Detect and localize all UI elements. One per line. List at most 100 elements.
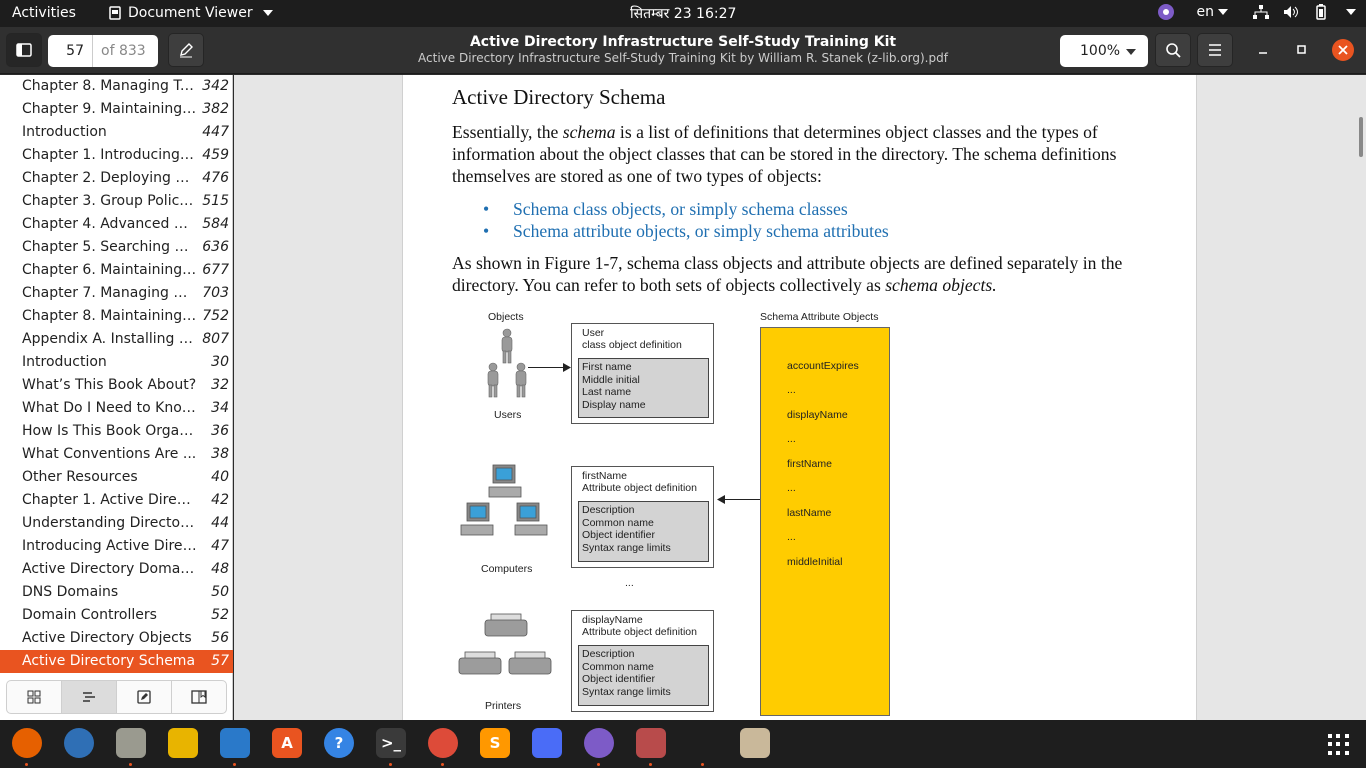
software-icon[interactable]: A (272, 728, 302, 758)
search-icon (1166, 43, 1181, 58)
schema-figure: Objects Schema Attribute Objects Users C… (453, 305, 893, 720)
outline-item-page: 342 (202, 78, 229, 94)
terminal-icon[interactable]: >_ (376, 728, 406, 758)
outline-item[interactable]: Chapter 9. Maintaining ... 382 (0, 98, 233, 121)
pencil-icon (180, 43, 193, 58)
system-menu-chevron-icon[interactable] (1346, 9, 1356, 15)
outline-item[interactable]: Active Directory Domains 48 (0, 558, 233, 581)
show-applications-icon[interactable] (1328, 734, 1350, 756)
bullet-item[interactable]: Schema attribute objects, or simply sche… (483, 220, 889, 242)
language-indicator[interactable]: en (1197, 4, 1228, 20)
outline-item[interactable]: Chapter 5. Searching an... 636 (0, 236, 233, 259)
outline-item[interactable]: DNS Domains 50 (0, 581, 233, 604)
rhythmbox-icon[interactable] (168, 728, 198, 758)
close-button[interactable] (1332, 39, 1354, 61)
page-number-field[interactable]: 57 of 833 (48, 35, 158, 67)
thumbnails-tab[interactable] (7, 681, 62, 713)
trash-icon[interactable] (688, 728, 718, 758)
outline-item[interactable]: Introduction 30 (0, 351, 233, 374)
outline-item[interactable]: Appendix A. Installing G... 807 (0, 328, 233, 351)
outline-item[interactable]: What’s This Book About? 32 (0, 374, 233, 397)
outline-item[interactable]: Chapter 6. Maintaining t... 677 (0, 259, 233, 282)
field-item: Description (582, 504, 635, 516)
outline-item[interactable]: Understanding Director... 44 (0, 512, 233, 535)
volume-icon[interactable] (1282, 4, 1300, 20)
minimize-icon[interactable] (1257, 44, 1269, 56)
bullet-list: Schema class objects, or simply schema c… (483, 198, 889, 242)
archive-icon[interactable] (740, 728, 770, 758)
outline-item-label: Introducing Active Direc... (22, 538, 197, 554)
writer-icon[interactable] (220, 728, 250, 758)
objects-header: Objects (488, 311, 524, 323)
network-icon[interactable] (1252, 4, 1270, 20)
arrow-head-icon (563, 363, 571, 372)
outline-item-label: How Is This Book Organi... (22, 423, 197, 439)
box2-subtitle: Attribute object definition (582, 482, 697, 494)
annotation-icon (137, 690, 151, 704)
activities-button[interactable]: Activities (12, 5, 76, 21)
outline-list[interactable]: Chapter 8. Managing Tr... 342 Chapter 9. M… (0, 75, 233, 675)
clock[interactable]: सितम्बर 23 16:27 (630, 4, 736, 23)
bullet-item[interactable]: Schema class objects, or simply schema c… (483, 198, 889, 220)
outline-item[interactable]: Chapter 1. Active Direct... 42 (0, 489, 233, 512)
battery-icon[interactable] (1312, 4, 1330, 20)
outline-item-page: 48 (211, 561, 229, 577)
current-page-input[interactable]: 57 (48, 35, 93, 67)
search-button[interactable] (1155, 33, 1191, 67)
document-viewer-icon[interactable] (636, 728, 666, 758)
outline-item[interactable]: Other Resources 40 (0, 466, 233, 489)
outline-item-label: Understanding Director... (22, 515, 197, 531)
app-menu[interactable]: Document Viewer (108, 5, 273, 21)
outline-item-label: Chapter 9. Maintaining ... (22, 101, 197, 117)
bookmarks-tab[interactable] (172, 681, 226, 713)
outline-item-label: Chapter 6. Maintaining t... (22, 262, 197, 278)
outline-item[interactable]: Chapter 7. Managing Gr... 703 (0, 282, 233, 305)
outline-item[interactable]: Introducing Active Direc... 47 (0, 535, 233, 558)
annotate-button[interactable] (168, 33, 204, 67)
screenshot-icon[interactable] (532, 728, 562, 758)
outline-tab[interactable] (62, 681, 117, 713)
outline-item[interactable]: Chapter 1. Introducing ... 459 (0, 144, 233, 167)
system-tray[interactable]: en (1157, 3, 1356, 21)
viber-tray-icon[interactable] (1157, 3, 1175, 21)
annotations-tab[interactable] (117, 681, 172, 713)
attribute-item: lastName (787, 507, 832, 519)
sidebar-view-switcher (6, 680, 227, 714)
outline-item[interactable]: Chapter 8. Maintaining ... 752 (0, 305, 233, 328)
outline-item[interactable]: How Is This Book Organi... 36 (0, 420, 233, 443)
outline-item[interactable]: What Do I Need to Know? 34 (0, 397, 233, 420)
chrome-icon[interactable] (428, 728, 458, 758)
outline-item[interactable]: Active Directory Schema 57 (0, 650, 233, 673)
outline-item-page: 459 (202, 147, 229, 163)
outline-item-label: Chapter 8. Maintaining ... (22, 308, 197, 324)
arrow-attribute-to-firstname (723, 499, 761, 500)
viber-icon[interactable] (584, 728, 614, 758)
outline-item[interactable]: Chapter 8. Managing Tr... 342 (0, 75, 233, 98)
menu-button[interactable] (1197, 33, 1233, 67)
maximize-icon[interactable] (1296, 44, 1308, 56)
outline-item[interactable]: Chapter 2. Deploying Gr... 476 (0, 167, 233, 190)
sidebar-toggle-button[interactable] (6, 33, 42, 67)
outline-item[interactable]: What Conventions Are ... 38 (0, 443, 233, 466)
document-view[interactable]: Active Directory Schema Essentially, the… (234, 75, 1366, 720)
outline-item[interactable]: Introduction 447 (0, 121, 233, 144)
outline-item[interactable]: Chapter 3. Group Policy ... 515 (0, 190, 233, 213)
attribute-item: ... (787, 433, 796, 445)
outline-item[interactable]: Active Directory Objects 56 (0, 627, 233, 650)
field-item: Middle initial (582, 373, 640, 386)
running-indicator (649, 763, 652, 766)
attribute-item: displayName (787, 409, 848, 421)
sublime-icon[interactable]: S (480, 728, 510, 758)
firefox-icon[interactable] (12, 728, 42, 758)
scrollbar-thumb[interactable] (1359, 117, 1363, 157)
outline-item[interactable]: Domain Controllers 52 (0, 604, 233, 627)
help-icon[interactable]: ? (324, 728, 354, 758)
outline-item-page: 56 (211, 630, 229, 646)
files-icon[interactable] (116, 728, 146, 758)
header-bar: 57 of 833 Active Directory Infrastructur… (0, 27, 1366, 74)
outline-item-page: 57 (211, 653, 229, 669)
thunderbird-icon[interactable] (64, 728, 94, 758)
zoom-selector[interactable]: 100% (1060, 35, 1148, 67)
outline-item-label: Domain Controllers (22, 607, 157, 623)
outline-item[interactable]: Chapter 4. Advanced Gr... 584 (0, 213, 233, 236)
